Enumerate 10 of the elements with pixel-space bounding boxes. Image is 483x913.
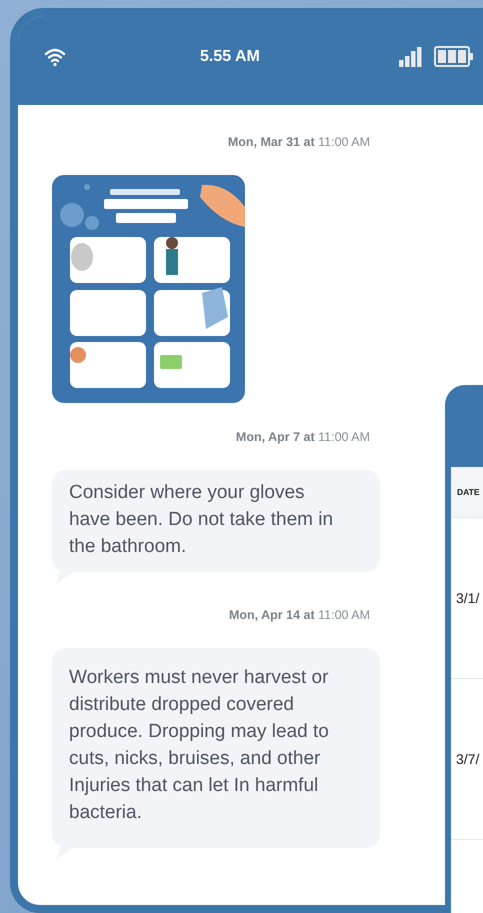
- table-cell: 3/1/: [456, 590, 480, 606]
- message-timestamp: Mon, Apr 7 at 11:00 AM: [236, 430, 370, 444]
- signal-icon: [399, 46, 422, 66]
- message-timestamp: Mon, Mar 31 at 11:00 AM: [228, 135, 370, 149]
- table-cell: 3/7/: [456, 751, 480, 767]
- battery-icon: [434, 46, 473, 67]
- wifi-icon: [44, 48, 66, 66]
- message-timestamp: Mon, Apr 14 at 11:00 AM: [228, 608, 370, 622]
- status-time: 5.55 AM: [200, 48, 260, 66]
- column-header: DATE: [457, 487, 480, 497]
